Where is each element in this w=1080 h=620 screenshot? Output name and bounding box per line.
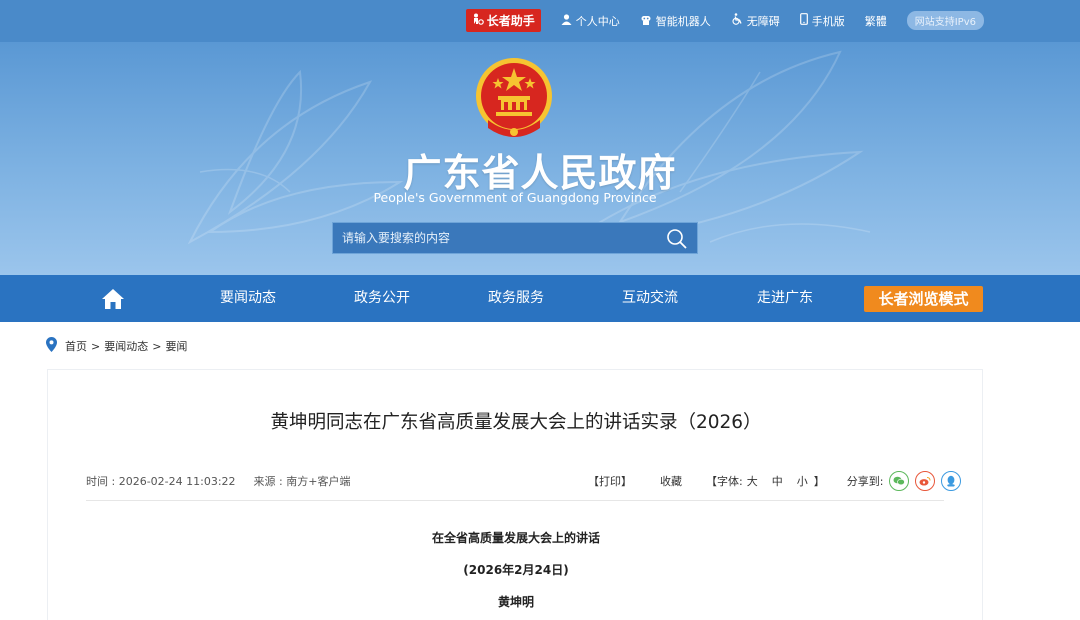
smart-robot-label: 智能机器人	[655, 14, 711, 28]
elder-helper-label: 长者助手	[486, 14, 535, 28]
font-medium-button[interactable]: 中	[772, 473, 783, 489]
favorite-button[interactable]: 收藏	[660, 473, 682, 489]
nav-item-news[interactable]: 要闻动态	[213, 275, 283, 322]
nav-item-interaction[interactable]: 互动交流	[615, 275, 685, 322]
elder-helper-button[interactable]: 长者助手	[465, 9, 541, 32]
breadcrumb-home[interactable]: 首页	[65, 338, 87, 354]
qq-share-icon[interactable]	[941, 471, 962, 491]
ipv6-badge: 网站支持IPv6	[906, 11, 984, 30]
search-bar	[332, 222, 698, 254]
accessibility-link[interactable]: 无障碍	[731, 13, 780, 29]
site-subtitle: People's Government of Guangdong Provinc…	[373, 190, 657, 205]
robot-icon	[640, 14, 652, 28]
font-size-close: 】	[813, 475, 825, 488]
article-source: 来源 : 南方+客户端	[253, 475, 351, 488]
nav-item-gov-services[interactable]: 政务服务	[481, 275, 551, 322]
wechat-share-icon[interactable]	[889, 471, 910, 491]
smart-robot-link[interactable]: 智能机器人	[640, 13, 711, 29]
utility-links: 长者助手 个人中心 智能机器人 无障碍 手机版 繁體 网站支持IPv6	[465, 9, 984, 32]
main-nav: 要闻动态 政务公开 政务服务 互动交流 走进广东 长者浏览模式	[0, 275, 1080, 322]
breadcrumb-separator: >	[152, 339, 162, 353]
top-utility-bar: 长者助手 个人中心 智能机器人 无障碍 手机版 繁體 网站支持IPv6	[0, 0, 1080, 42]
traditional-label: 繁體	[864, 14, 887, 28]
font-large-button[interactable]: 大	[747, 473, 758, 489]
article-title: 黄坤明同志在广东省高质量发展大会上的讲话实录（2026）	[270, 412, 762, 433]
personal-center-link[interactable]: 个人中心	[561, 13, 620, 29]
search-icon[interactable]	[665, 227, 689, 251]
speech-heading: 在全省高质量发展大会上的讲话	[431, 531, 600, 545]
breadcrumb-current[interactable]: 要闻	[165, 338, 187, 354]
elder-mode-button[interactable]: 长者浏览模式	[864, 286, 983, 312]
header-banner: 广东省人民政府 People's Government of Guangdong…	[0, 42, 1080, 275]
search-input[interactable]	[333, 223, 653, 253]
user-icon	[561, 13, 572, 28]
speech-date: (2026年2月24日)	[463, 563, 569, 577]
wheelchair-icon	[731, 13, 743, 28]
personal-center-label: 个人中心	[575, 14, 620, 28]
share-label: 分享到:	[846, 475, 884, 488]
article-meta: 时间 : 2026-02-24 11:03:22 来源 : 南方+客户端	[86, 473, 350, 489]
font-size-label: 【字体:	[706, 475, 743, 488]
nav-item-about-guangdong[interactable]: 走进广东	[750, 275, 820, 322]
site-title: 广东省人民政府	[403, 151, 677, 195]
traditional-chinese-link[interactable]: 繁體	[865, 13, 887, 29]
mobile-label: 手机版	[811, 14, 845, 28]
font-small-button[interactable]: 小	[797, 473, 808, 489]
article-tools: 【打印】 收藏 【字体: 大 中 小 】 分享到:	[588, 471, 962, 491]
article-card: 黄坤明同志在广东省高质量发展大会上的讲话实录（2026） 时间 : 2026-0…	[47, 369, 983, 620]
weibo-share-icon[interactable]	[915, 471, 936, 491]
elder-helper-icon	[472, 13, 484, 28]
breadcrumb-separator: >	[91, 339, 101, 353]
national-emblem-logo	[476, 58, 552, 137]
meta-divider	[86, 500, 944, 501]
print-button[interactable]: 【打印】	[588, 473, 632, 489]
publish-time: 时间 : 2026-02-24 11:03:22	[86, 475, 236, 488]
location-pin-icon	[46, 337, 57, 355]
mobile-link[interactable]: 手机版	[799, 13, 845, 29]
home-icon[interactable]	[100, 287, 126, 311]
breadcrumb-news[interactable]: 要闻动态	[104, 338, 148, 354]
breadcrumb: 首页 > 要闻动态 > 要闻	[46, 337, 187, 355]
accessibility-label: 无障碍	[746, 14, 780, 28]
speech-author: 黄坤明	[497, 595, 534, 609]
nav-item-gov-affairs-public[interactable]: 政务公开	[347, 275, 417, 322]
phone-icon	[799, 13, 808, 28]
